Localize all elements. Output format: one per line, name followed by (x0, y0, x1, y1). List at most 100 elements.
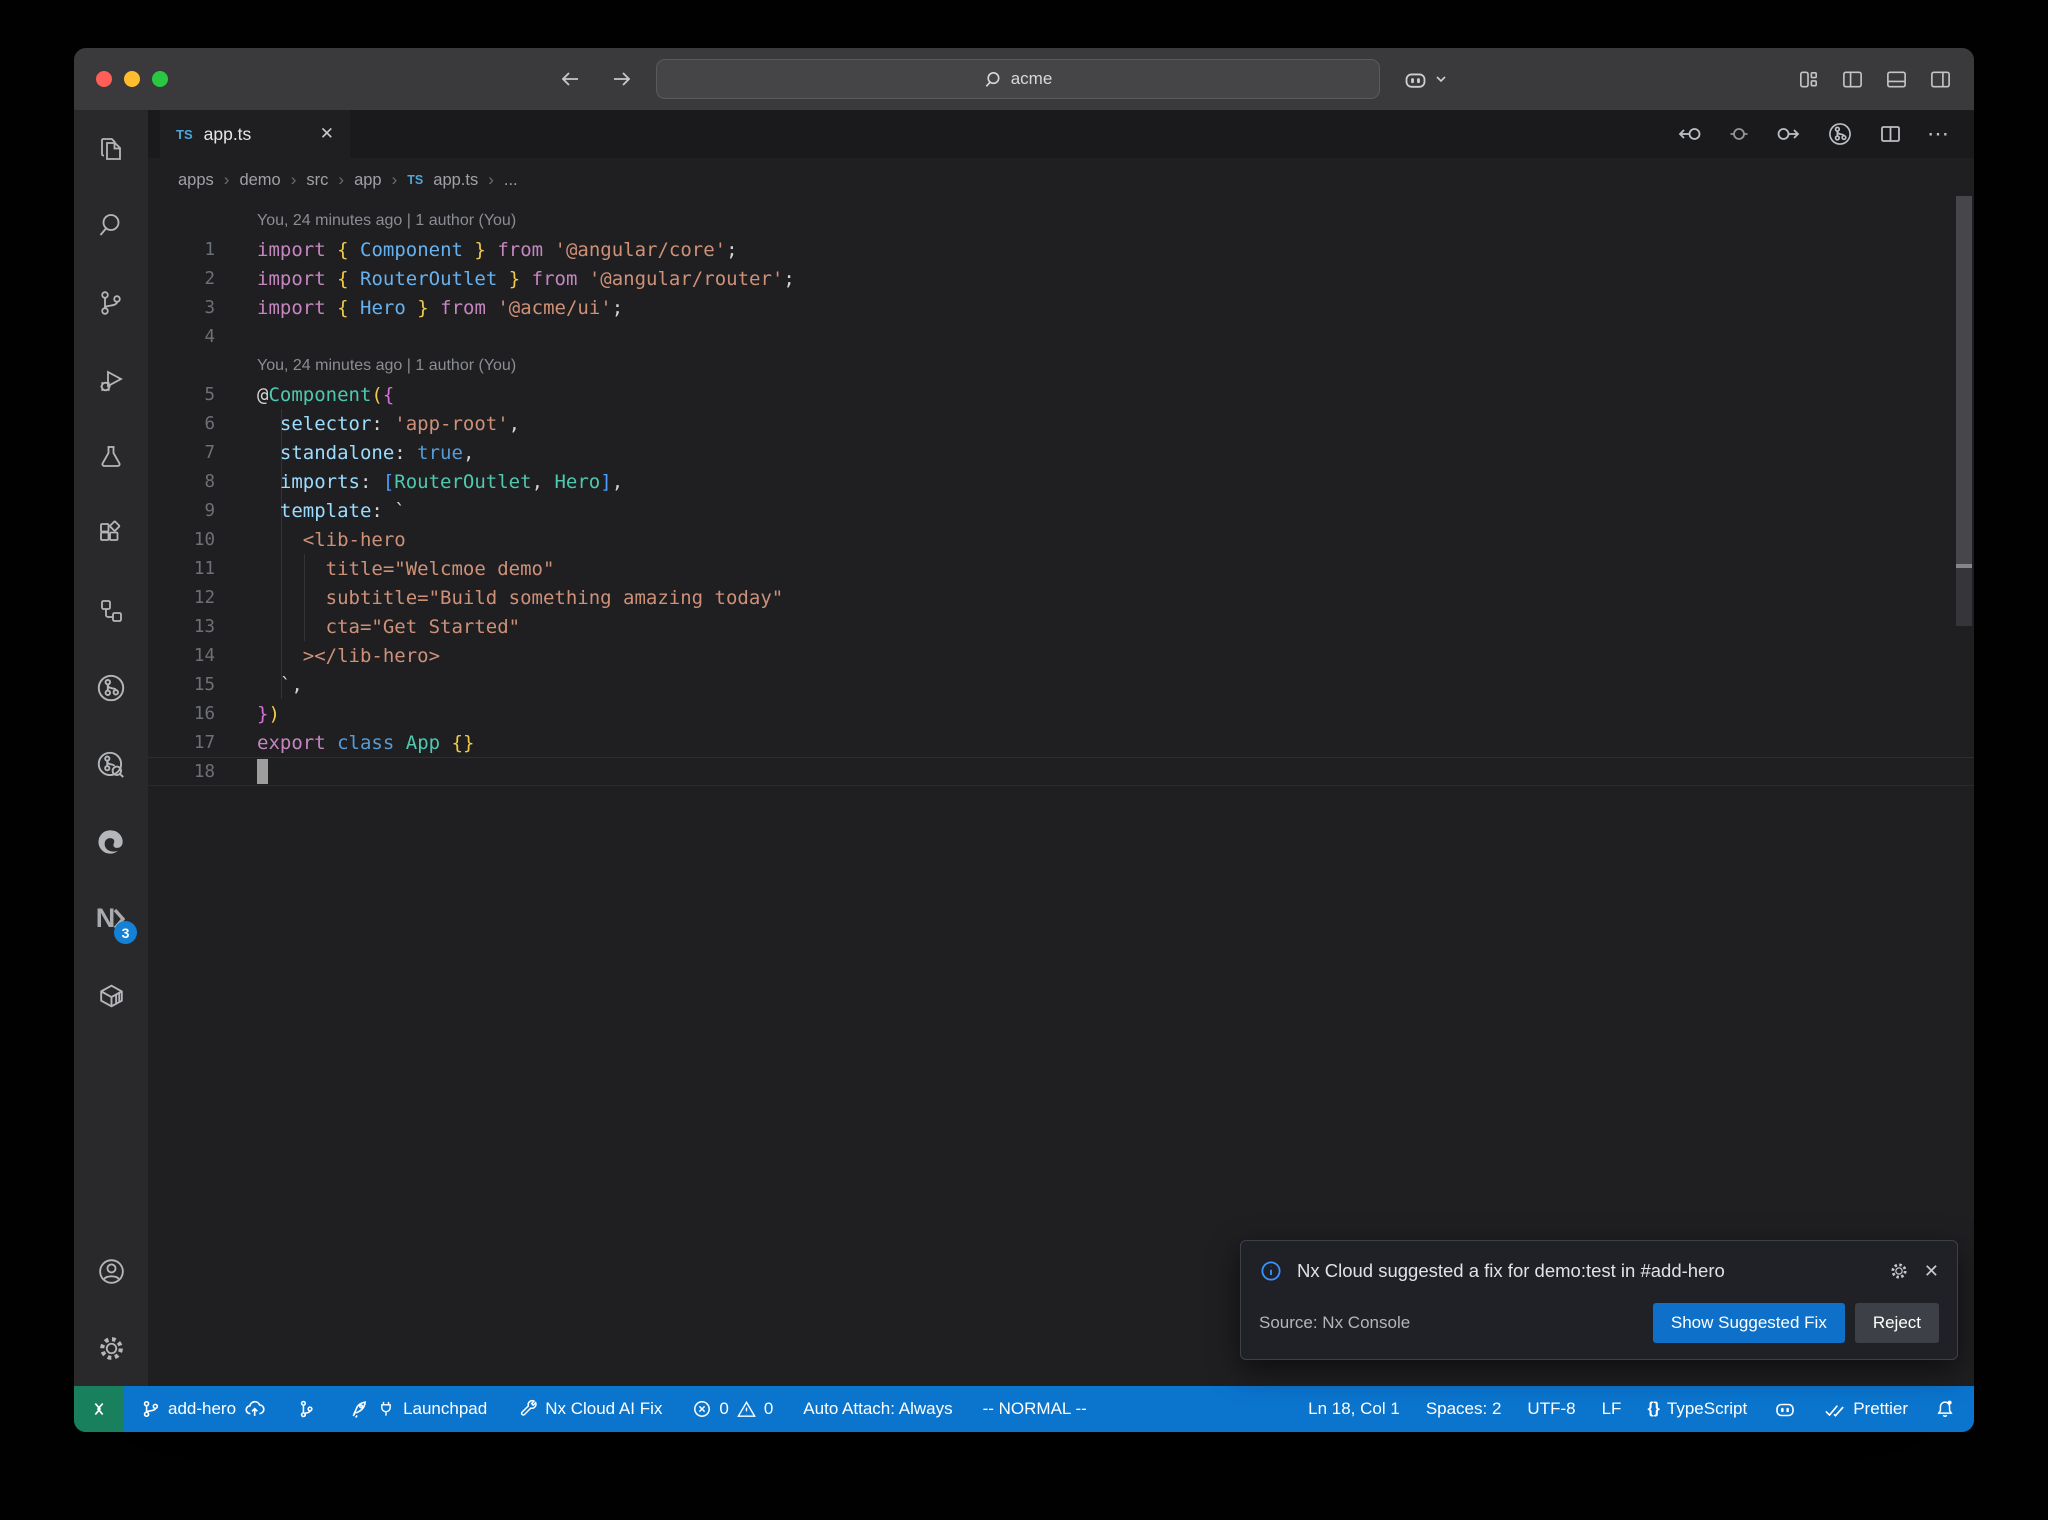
code-line[interactable]: 5 @Component({ (148, 380, 1974, 409)
toggle-panel-icon[interactable] (1885, 68, 1908, 91)
toggle-primary-sidebar-icon[interactable] (1841, 68, 1864, 91)
code-line[interactable]: 3 import { Hero } from '@acme/ui'; (148, 293, 1974, 322)
nav-current-change-icon[interactable] (1726, 122, 1752, 146)
git-branch-status[interactable]: add-hero (140, 1398, 266, 1420)
eol-status[interactable]: LF (1602, 1399, 1622, 1419)
sidebar-item-nx[interactable]: N 3 (74, 880, 148, 957)
code-line[interactable]: 11 title="Welcmoe demo" (148, 554, 1974, 583)
code-line[interactable]: 10 <lib-hero (148, 525, 1974, 554)
breadcrumb-item[interactable]: app (354, 171, 382, 190)
show-suggested-fix-button[interactable]: Show Suggested Fix (1652, 1303, 1845, 1343)
breadcrumb-item[interactable]: demo (239, 171, 280, 190)
line-number: 14 (193, 645, 215, 666)
editor-scrollbar[interactable] (1956, 158, 1972, 1386)
navigate-forward-icon[interactable] (610, 67, 634, 91)
sidebar-item-nx-cloud[interactable] (74, 726, 148, 803)
indent-guide (304, 554, 305, 641)
sidebar-item-run-debug[interactable] (74, 341, 148, 418)
code-line[interactable]: 8 imports: [RouterOutlet, Hero], (148, 467, 1974, 496)
nx-run-target-icon[interactable] (1826, 120, 1854, 148)
code-line[interactable]: 6 selector: 'app-root', (148, 409, 1974, 438)
activity-bar: N 3 (74, 110, 148, 1386)
chevron-right-icon: › (488, 170, 494, 189)
sidebar-item-containers[interactable] (74, 957, 148, 1034)
auto-attach-status[interactable]: Auto Attach: Always (803, 1399, 952, 1419)
code-line[interactable]: 7 standalone: true, (148, 438, 1974, 467)
breadcrumb-item[interactable]: src (306, 171, 328, 190)
code-line[interactable]: 15 `, (148, 670, 1974, 699)
navigate-back-icon[interactable] (558, 67, 582, 91)
settings-button[interactable] (74, 1310, 148, 1386)
code-text: `, (257, 673, 303, 696)
notification-close-icon[interactable]: ✕ (1924, 1261, 1939, 1282)
sidebar-item-references[interactable] (74, 572, 148, 649)
code-line[interactable]: 1 import { Component } from '@angular/cor… (148, 235, 1974, 264)
sidebar-item-search[interactable] (74, 187, 148, 264)
accounts-button[interactable] (74, 1233, 148, 1310)
blame-annotation: You, 24 minutes ago | 1 author (You) (148, 351, 1974, 380)
code-line[interactable]: 18 (148, 757, 1974, 786)
command-center-search[interactable]: acme (655, 59, 1380, 99)
more-actions-icon[interactable]: ⋯ (1927, 121, 1950, 147)
code-line[interactable]: 12 subtitle="Build something amazing tod… (148, 583, 1974, 612)
notifications-bell[interactable] (1934, 1398, 1956, 1420)
code-line[interactable]: 9 template: ` (148, 496, 1974, 525)
minimize-window-button[interactable] (124, 71, 140, 87)
indentation-status[interactable]: Spaces: 2 (1426, 1399, 1502, 1419)
sidebar-item-testing[interactable] (74, 418, 148, 495)
close-window-button[interactable] (96, 71, 112, 87)
cursor-position-status[interactable]: Ln 18, Col 1 (1308, 1399, 1400, 1419)
code-line[interactable]: 17 export class App {} (148, 728, 1974, 757)
notification-settings-icon[interactable] (1888, 1260, 1910, 1282)
run-debug-icon (95, 364, 127, 396)
code-line[interactable]: 4 (148, 322, 1974, 351)
commit-graph-button[interactable] (296, 1398, 317, 1420)
search-query: acme (1010, 69, 1053, 88)
code-line[interactable]: 16}) (148, 699, 1974, 728)
toggle-secondary-sidebar-icon[interactable] (1929, 68, 1952, 91)
copilot-status[interactable] (1773, 1397, 1797, 1421)
code-text: import { Component } from '@angular/core… (257, 238, 738, 261)
line-number: 6 (204, 413, 215, 434)
customize-layout-icon[interactable] (1797, 68, 1820, 91)
extensions-icon (95, 518, 127, 550)
encoding-status[interactable]: UTF-8 (1527, 1399, 1575, 1419)
problems-status[interactable]: 0 0 (692, 1399, 773, 1419)
line-number: 1 (204, 239, 215, 260)
copilot-menu[interactable] (1402, 66, 1448, 93)
titlebar: acme (74, 48, 1974, 110)
nx-cloud-fix-status[interactable]: Nx Cloud AI Fix (517, 1398, 662, 1420)
sidebar-item-edge[interactable] (74, 803, 148, 880)
sidebar-item-source-control[interactable] (74, 264, 148, 341)
formatter-status[interactable]: Prettier (1823, 1399, 1908, 1419)
close-tab-icon[interactable]: ✕ (320, 124, 334, 144)
code-line[interactable]: 14 ></lib-hero> (148, 641, 1974, 670)
code-line[interactable]: 2 import { RouterOutlet } from '@angular/… (148, 264, 1974, 293)
code-text: selector: 'app-root', (257, 412, 521, 435)
scrollbar-thumb[interactable] (1956, 196, 1972, 568)
copilot-icon (1402, 66, 1429, 93)
launchpad-status[interactable]: Launchpad (347, 1398, 487, 1420)
split-editor-icon[interactable] (1878, 122, 1903, 146)
sidebar-item-extensions[interactable] (74, 495, 148, 572)
zoom-window-button[interactable] (152, 71, 168, 87)
remote-indicator[interactable] (74, 1386, 124, 1432)
sidebar-item-nx-console[interactable] (74, 649, 148, 726)
breadcrumb-item[interactable]: ... (504, 171, 518, 190)
reject-button[interactable]: Reject (1854, 1303, 1939, 1343)
breadcrumb-item[interactable]: app.ts (433, 171, 478, 190)
language-mode-status[interactable]: {} TypeScript (1647, 1399, 1747, 1419)
code-line[interactable]: 13 cta="Get Started" (148, 612, 1974, 641)
nav-back-change-icon[interactable] (1676, 122, 1702, 146)
nav-forward-change-icon[interactable] (1776, 122, 1802, 146)
info-icon (1259, 1259, 1283, 1283)
code-text: cta="Get Started" (257, 615, 521, 638)
git-branch-icon (140, 1398, 161, 1420)
sidebar-item-explorer[interactable] (74, 110, 148, 187)
source-control-icon (95, 287, 127, 319)
breadcrumb-item[interactable]: apps (178, 171, 214, 190)
vim-mode-status[interactable]: -- NORMAL -- (983, 1399, 1087, 1419)
tab-app-ts[interactable]: TS app.ts ✕ (160, 110, 350, 158)
line-number: 9 (204, 500, 215, 521)
code-editor[interactable]: You, 24 minutes ago | 1 author (You) 1 imp… (148, 202, 1974, 1386)
